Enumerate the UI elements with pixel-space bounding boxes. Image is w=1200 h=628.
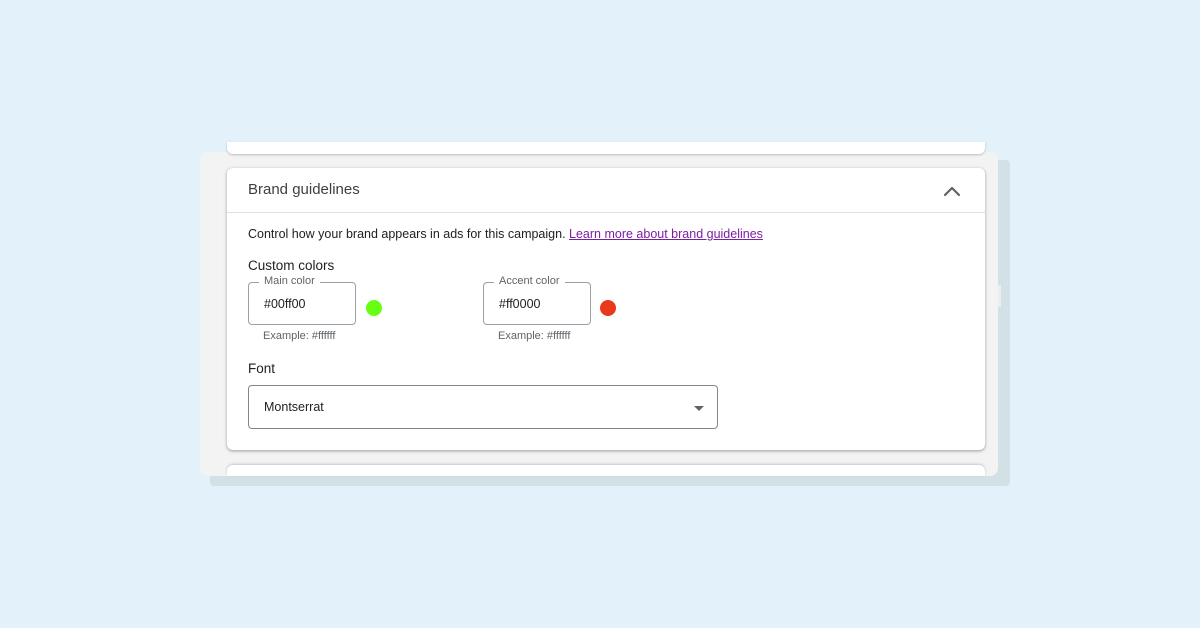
card-header[interactable]: Brand guidelines — [227, 168, 985, 213]
next-card — [227, 465, 985, 476]
main-color-field[interactable]: Main color #00ff00 — [248, 275, 356, 325]
main-color-swatch — [366, 300, 382, 316]
main-color-input[interactable]: #00ff00 — [264, 297, 305, 311]
custom-colors-heading: Custom colors — [248, 258, 335, 273]
font-heading: Font — [248, 361, 276, 376]
arrow-drop-down-icon — [694, 406, 704, 411]
main-color-label: Main color — [259, 275, 320, 287]
accent-color-field[interactable]: Accent color #ff0000 — [483, 275, 591, 325]
description-text: Control how your brand appears in ads fo… — [248, 227, 763, 241]
main-color-helper: Example: #ffffff — [263, 330, 336, 342]
accent-color-swatch — [600, 300, 616, 316]
previous-card — [227, 142, 985, 154]
brand-guidelines-card: Brand guidelines Control how your brand … — [227, 168, 985, 450]
font-select[interactable]: Montserrat — [248, 385, 718, 429]
collapse-button[interactable] — [937, 176, 967, 206]
learn-more-link[interactable]: Learn more about brand guidelines — [569, 227, 763, 241]
accent-color-helper: Example: #ffffff — [498, 330, 571, 342]
font-selected-value: Montserrat — [264, 400, 324, 414]
description-body: Control how your brand appears in ads fo… — [248, 227, 566, 241]
accent-color-label: Accent color — [494, 275, 565, 287]
scrollbar-stub — [998, 285, 1001, 307]
chevron-up-icon — [943, 186, 961, 197]
accent-color-input[interactable]: #ff0000 — [499, 297, 540, 311]
card-title: Brand guidelines — [248, 181, 360, 198]
